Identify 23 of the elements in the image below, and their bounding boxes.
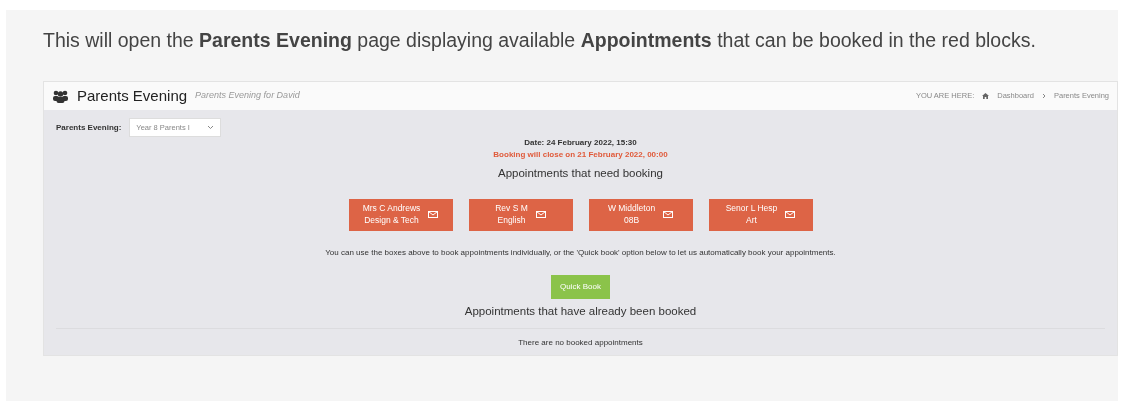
appointment-button[interactable]: Mrs C Andrews Design & Tech <box>348 198 453 231</box>
chevron-icon <box>207 125 215 131</box>
home-icon <box>982 93 990 99</box>
date-text: Date: 24 February 2022, 15:30 <box>523 137 638 150</box>
closing-notice: Booking will close on 21 February 2022, 00:00 <box>492 149 669 162</box>
field-label: Parents Evening: <box>56 121 122 134</box>
envelope-icon <box>785 211 796 218</box>
page-title: Parents Evening <box>77 85 188 106</box>
envelope-icon <box>535 211 546 218</box>
instructions-text: You can use the boxes above to book appointments individually, or the 'Quick book' option below to let us automatically book your appointments. <box>324 246 837 259</box>
appointment-button[interactable]: W Middleton 08B <box>588 198 693 231</box>
chevron-icon <box>1041 93 1046 99</box>
users-icon <box>52 89 69 103</box>
section-heading: Appointments that have already been booked <box>463 303 698 319</box>
appointment-button[interactable]: Senor L Hesp Art <box>708 198 813 231</box>
empty-message: There are no booked appointments <box>517 336 644 349</box>
caption-text: This will open the Parents Evening page displaying available Appointments that can be booked in the red blocks. <box>43 28 1037 53</box>
page-subtitle: Parents Evening for David <box>195 89 300 103</box>
envelope-icon <box>663 211 674 218</box>
quick-book-button[interactable]: Quick Book <box>551 274 610 299</box>
section-heading: Appointments that need booking <box>497 166 664 182</box>
envelope-icon <box>428 211 439 218</box>
appointment-button[interactable]: Rev S M English <box>468 198 573 231</box>
